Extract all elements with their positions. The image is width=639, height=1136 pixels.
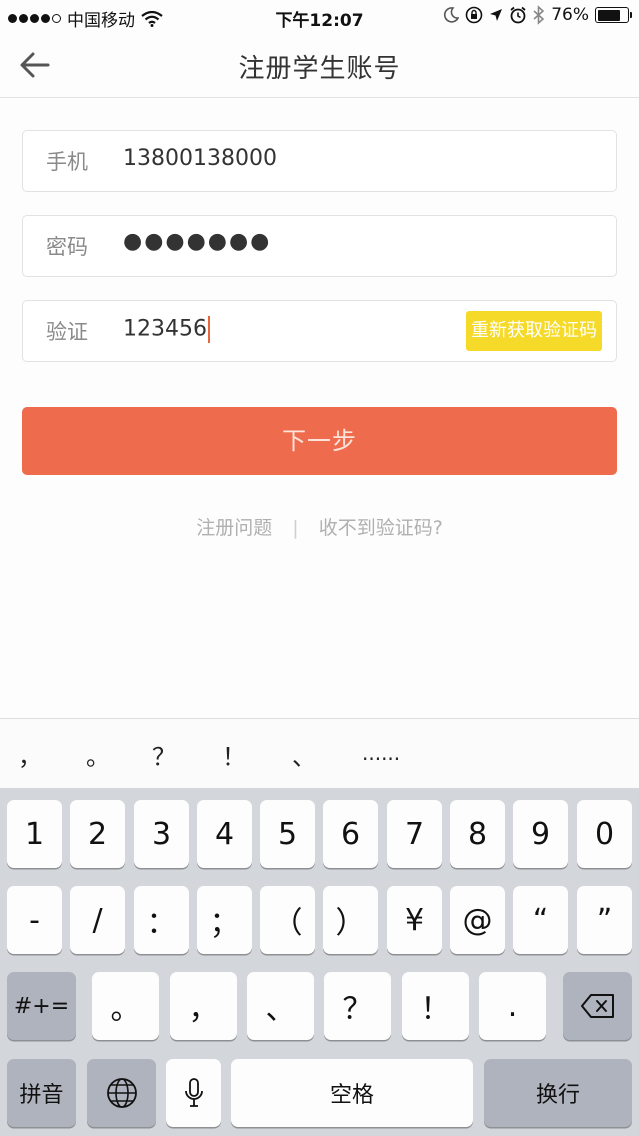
next-step-button[interactable]: 下一步: [22, 407, 617, 475]
key-1[interactable]: 1: [7, 800, 62, 868]
key-open-quote[interactable]: “: [513, 886, 568, 954]
key-at[interactable]: @: [450, 886, 505, 954]
status-bar: 中国移动 下午12:07 76%: [0, 0, 639, 34]
verification-code-value: 123456: [123, 316, 207, 342]
key-exclamation[interactable]: ！: [402, 972, 469, 1040]
key-comma[interactable]: ，: [170, 972, 237, 1040]
key-question[interactable]: ？: [324, 972, 391, 1040]
password-input[interactable]: ●●●●●●●: [123, 229, 271, 254]
key-close-quote[interactable]: ”: [577, 886, 632, 954]
registration-problem-link[interactable]: 注册问题: [196, 517, 272, 539]
key-4[interactable]: 4: [197, 800, 252, 868]
key-7[interactable]: 7: [387, 800, 442, 868]
keyboard: 1 2 3 4 5 6 7 8 9 0 - / ： ； （ ） ¥ @ “ ” …: [0, 788, 639, 1136]
pinyin-key[interactable]: 拼音: [7, 1059, 76, 1127]
moon-icon: [444, 7, 460, 23]
key-2[interactable]: 2: [70, 800, 125, 868]
key-0[interactable]: 0: [577, 800, 632, 868]
text-cursor: [207, 316, 210, 343]
keyboard-suggestion-bar: ， 。 ？ ！ 、 ......: [0, 718, 639, 788]
symbols-mode-key[interactable]: #+=: [7, 972, 76, 1040]
suggestion-exclaim[interactable]: ！: [222, 737, 246, 772]
phone-input[interactable]: 13800138000: [123, 146, 277, 171]
globe-key[interactable]: [87, 1059, 156, 1127]
resend-code-button[interactable]: 重新获取验证码: [466, 311, 602, 351]
location-icon: [490, 9, 503, 21]
key-slash[interactable]: /: [70, 886, 125, 954]
backspace-icon: [580, 994, 614, 1018]
key-hyphen[interactable]: -: [7, 886, 62, 954]
alarm-icon: [510, 6, 526, 24]
rotation-lock-icon: [465, 6, 483, 24]
key-yen[interactable]: ¥: [387, 886, 442, 954]
key-6[interactable]: 6: [323, 800, 378, 868]
key-3[interactable]: 3: [134, 800, 189, 868]
suggestion-period[interactable]: 。: [86, 737, 110, 772]
key-full-stop[interactable]: 。: [92, 972, 159, 1040]
key-9[interactable]: 9: [513, 800, 568, 868]
microphone-icon: [184, 1078, 203, 1107]
phone-field[interactable]: 手机 13800138000: [22, 130, 617, 192]
suggestion-ellipsis[interactable]: ......: [362, 741, 400, 765]
key-colon[interactable]: ：: [134, 886, 189, 954]
verification-code-field[interactable]: 验证 123456 重新获取验证码: [22, 300, 617, 362]
globe-icon: [106, 1078, 137, 1108]
key-dot[interactable]: .: [479, 972, 546, 1040]
key-right-paren[interactable]: ）: [323, 886, 378, 954]
status-right: 76%: [443, 5, 632, 25]
page-title: 注册学生账号: [238, 54, 401, 84]
battery-percent: 76%: [551, 5, 589, 25]
delete-key[interactable]: [563, 972, 632, 1040]
password-label: 密码: [46, 235, 88, 259]
verification-code-input[interactable]: 123456: [123, 316, 210, 343]
link-separator: |: [292, 517, 299, 539]
key-8[interactable]: 8: [450, 800, 505, 868]
password-field[interactable]: 密码 ●●●●●●●: [22, 215, 617, 277]
suggestion-pause[interactable]: 、: [292, 737, 316, 772]
microphone-key[interactable]: [166, 1059, 221, 1127]
key-semicolon[interactable]: ；: [197, 886, 252, 954]
suggestion-question[interactable]: ？: [152, 737, 176, 772]
suggestion-comma[interactable]: ，: [18, 737, 42, 772]
phone-label: 手机: [46, 150, 88, 174]
help-links: 注册问题 | 收不到验证码?: [0, 513, 639, 540]
key-enumeration-comma[interactable]: 、: [247, 972, 314, 1040]
bluetooth-icon: [533, 5, 545, 25]
nav-bar: 注册学生账号: [0, 34, 639, 98]
return-key[interactable]: 换行: [484, 1059, 632, 1127]
verification-code-label: 验证: [46, 320, 88, 344]
battery-icon: [595, 7, 632, 23]
key-left-paren[interactable]: （: [260, 886, 315, 954]
no-code-received-link[interactable]: 收不到验证码?: [319, 517, 443, 539]
key-5[interactable]: 5: [260, 800, 315, 868]
space-key[interactable]: 空格: [231, 1059, 473, 1127]
